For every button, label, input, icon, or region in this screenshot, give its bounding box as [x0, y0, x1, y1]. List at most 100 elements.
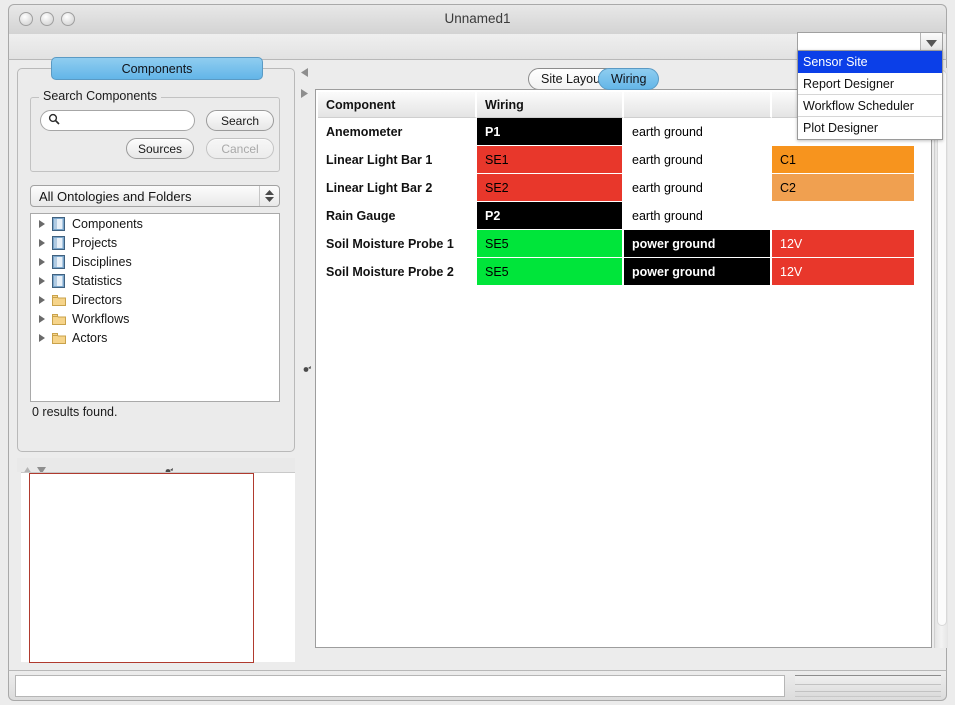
status-resize-grip[interactable]: [795, 675, 941, 697]
main-editor-pane: Site Layout Wiring Component Wiring Anem…: [315, 68, 932, 648]
table-row[interactable]: Linear Light Bar 1 SE1 earth ground C1: [318, 146, 916, 174]
cell-wiring-value[interactable]: SE1: [477, 146, 624, 174]
triangle-right-icon[interactable]: [37, 276, 47, 285]
ontology-combo-value: All Ontologies and Folders: [39, 188, 192, 204]
cell-component-name[interactable]: Soil Moisture Probe 1: [318, 230, 477, 258]
cell-wiring-value[interactable]: power ground: [624, 258, 772, 286]
tree-item-label: Actors: [72, 330, 108, 345]
preview-panel: [17, 458, 295, 663]
tree-item-components[interactable]: Components: [31, 214, 279, 233]
cell-wiring-value[interactable]: earth ground: [624, 146, 772, 174]
cell-wiring-value[interactable]: earth ground: [624, 202, 772, 230]
folder-icon: [52, 331, 67, 345]
status-text-field[interactable]: [15, 675, 785, 697]
triangle-right-icon[interactable]: [37, 257, 47, 266]
cell-wiring-value[interactable]: power ground: [624, 230, 772, 258]
sources-button[interactable]: Sources: [126, 138, 194, 159]
search-input[interactable]: [63, 113, 183, 128]
table-row[interactable]: Rain Gauge P2 earth ground: [318, 202, 916, 230]
cell-wiring-value[interactable]: P2: [477, 202, 624, 230]
splitter-collapse-arrows[interactable]: [301, 64, 308, 103]
ontology-tree[interactable]: Components Projects Disciplines Statisti…: [30, 213, 280, 402]
search-components-group: Search Components Search Sources Cancel: [30, 89, 280, 172]
book-icon: [52, 273, 67, 288]
panel-splitter[interactable]: [297, 60, 315, 670]
cell-wiring-value[interactable]: earth ground: [624, 118, 772, 146]
wiring-content-area: Component Wiring Anemometer P1 earth groun…: [315, 89, 932, 648]
menu-item-report-designer[interactable]: Report Designer: [798, 73, 942, 95]
triangle-right-icon[interactable]: [37, 238, 47, 247]
application-window: Unnamed1 Sensor Site Report Designer Wor…: [0, 0, 955, 705]
folder-icon: [52, 312, 67, 326]
tree-item-label: Workflows: [72, 311, 130, 326]
scrollbar-thumb[interactable]: [937, 70, 947, 626]
tree-item-label: Directors: [72, 292, 123, 307]
triangle-right-icon[interactable]: [301, 85, 308, 103]
tab-components[interactable]: Components: [51, 57, 263, 80]
preview-canvas[interactable]: [21, 472, 295, 663]
book-icon: [52, 254, 67, 269]
tree-item-directors[interactable]: Directors: [31, 290, 279, 309]
triangle-right-icon[interactable]: [37, 219, 47, 228]
stepper-icon[interactable]: [259, 186, 279, 206]
ontology-combo[interactable]: All Ontologies and Folders: [30, 185, 280, 207]
cell-component-name[interactable]: Soil Moisture Probe 2: [318, 258, 477, 286]
cell-component-name[interactable]: Anemometer: [318, 118, 477, 146]
table-row[interactable]: Linear Light Bar 2 SE2 earth ground C2: [318, 174, 916, 202]
cell-wiring-value[interactable]: SE5: [477, 258, 624, 286]
search-group-legend: Search Components: [39, 89, 161, 103]
status-bar: [8, 670, 947, 701]
tree-item-statistics[interactable]: Statistics: [31, 271, 279, 290]
triangle-right-icon[interactable]: [37, 333, 47, 342]
perspective-dropdown-menu[interactable]: Sensor Site Report Designer Workflow Sch…: [797, 50, 943, 140]
window-title: Unnamed1: [444, 11, 511, 26]
column-header-component[interactable]: Component: [318, 92, 477, 118]
menu-item-plot-designer[interactable]: Plot Designer: [798, 117, 942, 139]
cell-component-name[interactable]: Linear Light Bar 1: [318, 146, 477, 174]
menu-item-sensor-site[interactable]: Sensor Site: [798, 51, 942, 73]
triangle-right-icon[interactable]: [37, 314, 47, 323]
components-panel: Components Search Components Search Sour…: [17, 57, 295, 452]
book-icon: [52, 235, 67, 250]
tree-item-label: Statistics: [72, 273, 123, 288]
main-vertical-scrollbar[interactable]: [934, 68, 948, 648]
grip-icon[interactable]: [303, 360, 311, 378]
column-header-ground[interactable]: [624, 92, 772, 118]
tree-item-label: Disciplines: [72, 254, 132, 269]
cell-wiring-value[interactable]: P1: [477, 118, 624, 146]
table-row[interactable]: Soil Moisture Probe 2 SE5 power ground 12V: [318, 258, 916, 286]
search-icon: [48, 112, 60, 130]
table-row[interactable]: Soil Moisture Probe 1 SE5 power ground 12V: [318, 230, 916, 258]
folder-icon: [52, 293, 67, 307]
cell-component-name[interactable]: Linear Light Bar 2: [318, 174, 477, 202]
tab-wiring[interactable]: Wiring: [598, 68, 660, 90]
cell-wiring-value[interactable]: [772, 202, 916, 230]
cell-wiring-value[interactable]: SE5: [477, 230, 624, 258]
results-status: 0 results found.: [32, 405, 118, 419]
tree-item-disciplines[interactable]: Disciplines: [31, 252, 279, 271]
cancel-button: Cancel: [206, 138, 274, 159]
cell-wiring-value[interactable]: C2: [772, 174, 916, 202]
search-field[interactable]: [40, 110, 195, 131]
cell-component-name[interactable]: Rain Gauge: [318, 202, 477, 230]
triangle-left-icon[interactable]: [301, 64, 308, 82]
cell-wiring-value[interactable]: 12V: [772, 258, 916, 286]
column-header-wiring[interactable]: Wiring: [477, 92, 624, 118]
book-icon: [52, 216, 67, 231]
search-button[interactable]: Search: [206, 110, 274, 131]
tree-item-actors[interactable]: Actors: [31, 328, 279, 347]
tree-item-workflows[interactable]: Workflows: [31, 309, 279, 328]
window-body: Components Search Components Search Sour…: [8, 57, 948, 670]
cell-wiring-value[interactable]: C1: [772, 146, 916, 174]
cell-wiring-value[interactable]: SE2: [477, 174, 624, 202]
triangle-right-icon[interactable]: [37, 295, 47, 304]
tree-item-label: Projects: [72, 235, 118, 250]
tree-item-projects[interactable]: Projects: [31, 233, 279, 252]
cell-wiring-value[interactable]: earth ground: [624, 174, 772, 202]
tree-item-label: Components: [72, 216, 143, 231]
menu-item-workflow-scheduler[interactable]: Workflow Scheduler: [798, 95, 942, 117]
preview-toolbar: [17, 458, 295, 474]
preview-selection-rectangle[interactable]: [29, 473, 254, 663]
cell-wiring-value[interactable]: 12V: [772, 230, 916, 258]
title-bar: Unnamed1: [8, 4, 947, 34]
